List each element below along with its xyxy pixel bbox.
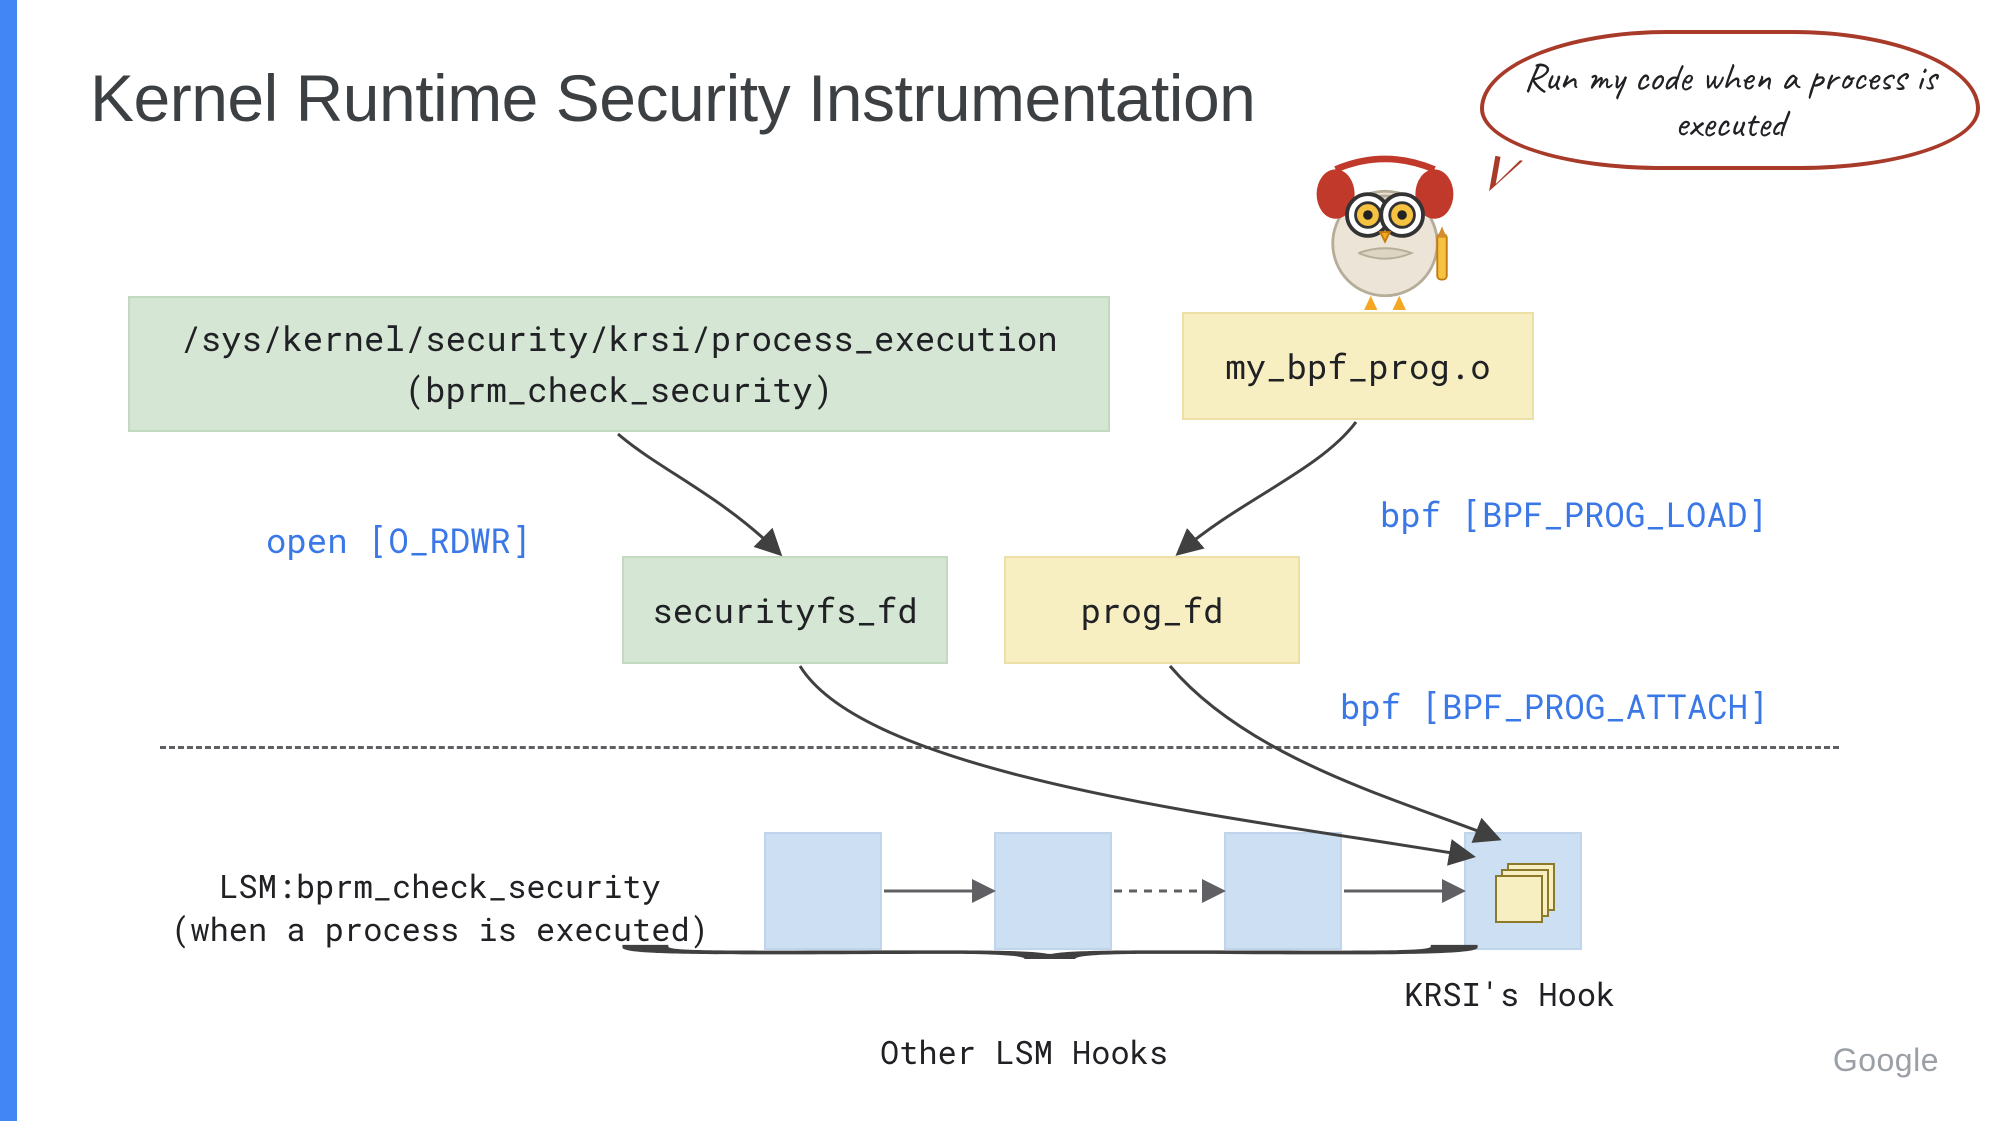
bpf-load-label: bpf [BPF_PROG_LOAD]: [1380, 492, 1768, 537]
securityfs-path-line1: /sys/kernel/security/krsi/process_execut…: [180, 313, 1057, 364]
lsm-hook-box-1: [764, 832, 882, 950]
bpf-prog-box: my_bpf_prog.o: [1182, 312, 1534, 420]
arrow-bpf-to-progfd: [1180, 422, 1356, 552]
krsi-hook-box: [1464, 832, 1582, 950]
bpf-attach-label: bpf [BPF_PROG_ATTACH]: [1340, 684, 1768, 729]
accent-bar: [0, 0, 17, 1121]
slide-title: Kernel Runtime Security Instrumentation: [90, 60, 1255, 136]
paper-stack-icon: [1495, 863, 1551, 919]
open-call-label: open [O_RDWR]: [266, 518, 531, 563]
securityfs-fd-label: securityfs_fd: [652, 585, 917, 636]
google-logo: Google: [1833, 1042, 1939, 1079]
securityfs-path-box: /sys/kernel/security/krsi/process_execut…: [128, 296, 1110, 432]
bpf-prog-label: my_bpf_prog.o: [1225, 341, 1490, 392]
prog-fd-label: prog_fd: [1081, 585, 1224, 636]
prog-fd-box: prog_fd: [1004, 556, 1300, 664]
arrow-path-to-securityfs: [618, 434, 778, 552]
brace-icon: ︸: [600, 945, 1500, 999]
speech-text: Run my code when a process is executed: [1518, 54, 1942, 146]
lsm-hook-box-3: [1224, 832, 1342, 950]
other-lsm-hooks-label: Other LSM Hooks: [880, 1030, 1168, 1073]
securityfs-fd-box: securityfs_fd: [622, 556, 948, 664]
dashed-separator: [160, 746, 1839, 749]
speech-bubble: Run my code when a process is executed: [1480, 30, 1980, 170]
lsm-hook-box-2: [994, 832, 1112, 950]
securityfs-path-line2: (bprm_check_security): [405, 364, 833, 415]
lsm-hook-line1: LSM:bprm_check_security: [160, 864, 720, 907]
lsm-hook-label: LSM:bprm_check_security (when a process …: [160, 864, 720, 950]
owl-mascot-icon: [1290, 120, 1480, 310]
